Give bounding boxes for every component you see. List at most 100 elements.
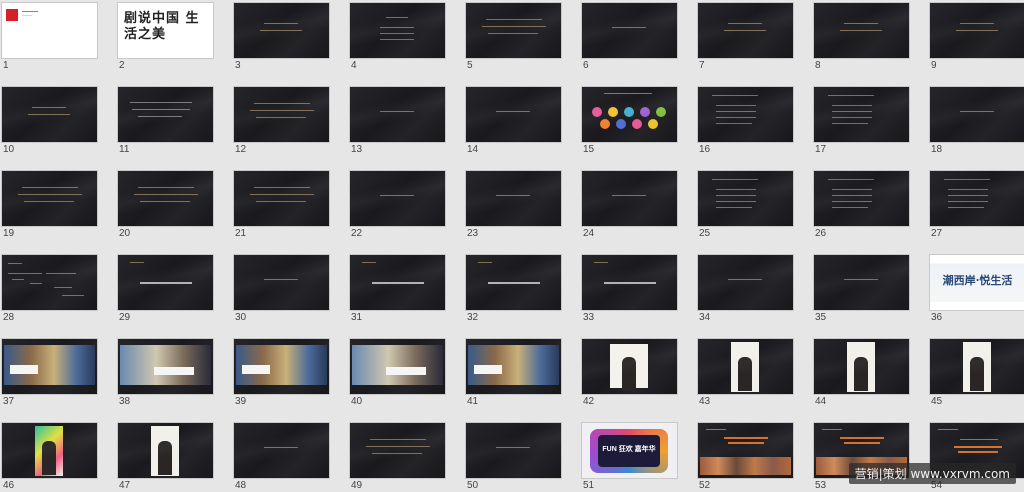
slide-thumbnail[interactable]: FUN 狂欢 嘉年华 xyxy=(582,423,677,478)
slide-thumbnail[interactable] xyxy=(234,339,329,394)
slide-thumbnail[interactable] xyxy=(234,423,329,478)
slide-thumbnail[interactable] xyxy=(582,3,677,58)
slide-number: 25 xyxy=(699,228,711,239)
slide-number: 11 xyxy=(119,144,130,155)
slide-thumbnail[interactable] xyxy=(118,423,213,478)
slide-thumbnail[interactable] xyxy=(814,3,909,58)
slide-thumbnail[interactable] xyxy=(350,339,445,394)
slide-thumbnail[interactable] xyxy=(2,3,97,58)
slide-thumbnail[interactable] xyxy=(350,171,445,226)
slide-thumbnail[interactable] xyxy=(2,171,97,226)
slide-thumbnail[interactable] xyxy=(350,3,445,58)
slide-thumbnail[interactable] xyxy=(698,3,793,58)
slide-thumbnail[interactable] xyxy=(814,87,909,142)
slide-cell: 30 xyxy=(234,255,329,323)
slide-thumbnail[interactable] xyxy=(2,423,97,478)
slide-thumbnail[interactable] xyxy=(466,87,561,142)
slide-thumbnail[interactable] xyxy=(118,87,213,142)
slide-number: 53 xyxy=(815,480,827,491)
slide-thumbnail[interactable] xyxy=(698,339,793,394)
slide-thumbnail[interactable] xyxy=(698,171,793,226)
slide-thumbnail[interactable]: 潮西岸·悦生活 xyxy=(930,255,1024,310)
slide-thumbnail[interactable] xyxy=(234,87,329,142)
slide-cell: 10 xyxy=(2,87,97,155)
person-figure xyxy=(854,357,868,391)
text-line xyxy=(254,187,310,188)
slide-thumbnail[interactable] xyxy=(582,255,677,310)
text-line xyxy=(832,123,868,124)
slide-thumbnail[interactable] xyxy=(930,339,1024,394)
slide-number: 49 xyxy=(351,480,363,491)
slide-thumbnail[interactable] xyxy=(350,423,445,478)
caption-card xyxy=(474,365,502,374)
slide-thumbnail[interactable] xyxy=(582,87,677,142)
text-line xyxy=(604,93,652,94)
slide-thumbnail[interactable] xyxy=(234,3,329,58)
icon-bubble xyxy=(648,119,658,129)
event-title: FUN 狂欢 嘉年华 xyxy=(602,446,656,453)
slide-number: 37 xyxy=(3,396,15,407)
slide-number: 43 xyxy=(699,396,711,407)
slide-number: 17 xyxy=(815,144,827,155)
text-line xyxy=(256,117,306,118)
slide-thumbnail[interactable] xyxy=(814,255,909,310)
headline xyxy=(604,282,656,284)
text-line xyxy=(28,114,70,115)
text-line xyxy=(496,111,530,112)
slide-thumbnail[interactable] xyxy=(814,171,909,226)
text-line xyxy=(256,201,306,202)
slide-number: 14 xyxy=(467,144,479,155)
text-line xyxy=(478,262,492,263)
crowd-photo xyxy=(700,457,791,475)
slide-number: 31 xyxy=(351,312,363,323)
slide-thumbnail[interactable] xyxy=(2,87,97,142)
slide-number: 6 xyxy=(583,60,589,71)
slide-cell: 潮西岸·悦生活 36 xyxy=(930,255,1024,323)
slide-thumbnail[interactable] xyxy=(2,339,97,394)
slide-thumbnail[interactable]: 剧说中国 生活之美 xyxy=(118,3,213,58)
slide-thumbnail[interactable] xyxy=(118,339,213,394)
text-line xyxy=(496,447,530,448)
slide-thumbnail[interactable] xyxy=(698,255,793,310)
slide-number: 7 xyxy=(699,60,705,71)
text-line xyxy=(956,30,998,31)
slide-cell: 39 xyxy=(234,339,329,407)
slide-cell: 19 xyxy=(2,171,97,239)
slide-thumbnail[interactable] xyxy=(582,171,677,226)
slide-thumbnail[interactable] xyxy=(582,339,677,394)
slide-thumbnail[interactable] xyxy=(2,255,97,310)
text-line xyxy=(844,279,878,280)
slide-thumbnail[interactable] xyxy=(930,171,1024,226)
text-line xyxy=(728,279,762,280)
text-line xyxy=(728,23,762,24)
slide-thumbnail[interactable] xyxy=(814,339,909,394)
slide-thumbnail[interactable] xyxy=(930,87,1024,142)
slide-thumbnail[interactable] xyxy=(466,423,561,478)
text-line xyxy=(716,189,756,190)
slide-thumbnail[interactable] xyxy=(118,255,213,310)
text-line xyxy=(844,23,878,24)
slide-thumbnail[interactable] xyxy=(698,423,793,478)
slide-thumbnail[interactable] xyxy=(350,87,445,142)
text-line xyxy=(960,439,998,440)
slide-thumbnail[interactable] xyxy=(698,87,793,142)
slide-thumbnail[interactable] xyxy=(466,339,561,394)
slide-thumbnail[interactable] xyxy=(118,171,213,226)
slide-thumbnail[interactable] xyxy=(466,3,561,58)
slide-cell: 31 xyxy=(350,255,445,323)
slide-number: 16 xyxy=(699,144,711,155)
slide-cell: 15 xyxy=(582,87,677,155)
text-line xyxy=(130,102,192,103)
text-line xyxy=(250,194,314,195)
text-line xyxy=(724,30,766,31)
slide-thumbnail[interactable] xyxy=(350,255,445,310)
slide-number: 2 xyxy=(119,60,125,71)
slide-thumbnail[interactable] xyxy=(466,171,561,226)
slide-thumbnail[interactable] xyxy=(466,255,561,310)
slide-number: 5 xyxy=(467,60,473,71)
slide-thumbnail[interactable] xyxy=(234,255,329,310)
slide-number: 12 xyxy=(235,144,247,155)
slide-thumbnail[interactable] xyxy=(234,171,329,226)
slide-thumbnail[interactable] xyxy=(930,3,1024,58)
slide-cell: 45 xyxy=(930,339,1024,407)
